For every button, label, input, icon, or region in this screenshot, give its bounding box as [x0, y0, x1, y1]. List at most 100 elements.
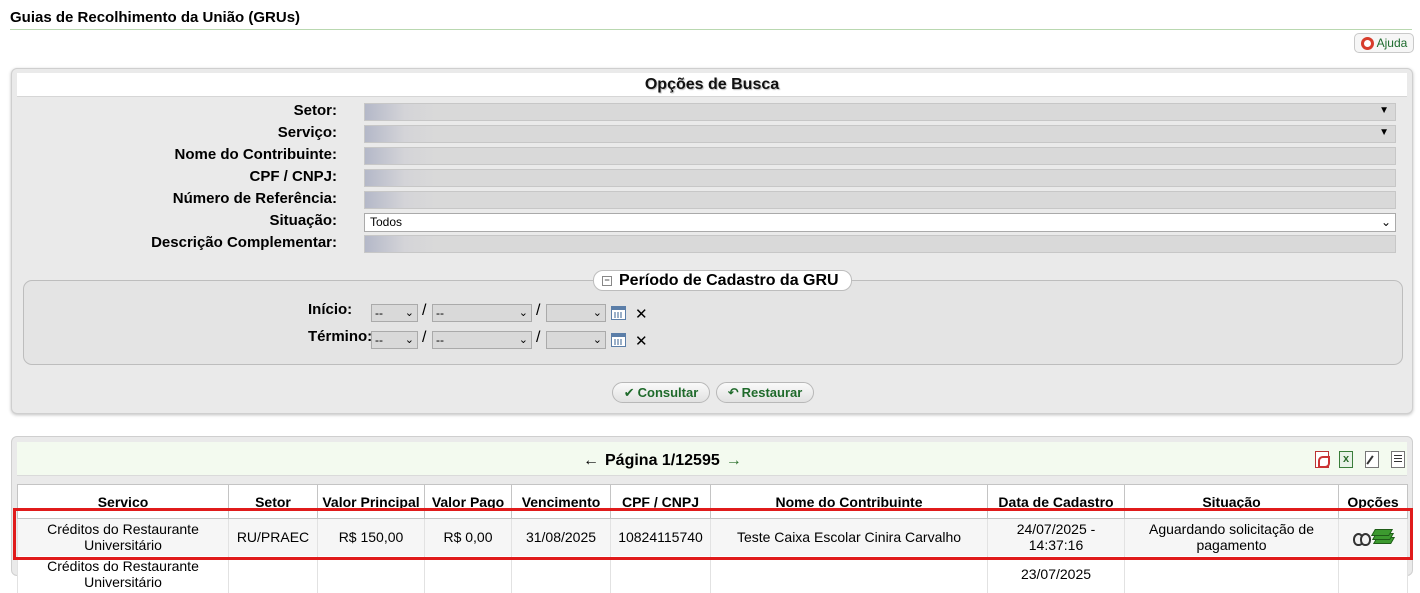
cell-opcoes [1338, 555, 1408, 593]
period-legend-label: Período de Cadastro da GRU [619, 272, 839, 289]
results-table: Servico Setor Valor Principal Valor Pago… [17, 484, 1408, 593]
column-header[interactable]: Vencimento [511, 484, 611, 519]
column-header[interactable]: Valor Pago [424, 484, 512, 519]
cell-setor [228, 555, 318, 593]
setor-label: Setor: [293, 102, 337, 119]
end-month-value: -- [436, 333, 444, 347]
setor-row: Setor: ▼ [12, 101, 1414, 121]
cell-cpf: 10824115740 [610, 518, 711, 556]
cpf-row: CPF / CNPJ: [12, 167, 1414, 187]
referencia-label: Número de Referência: [172, 190, 337, 207]
results-panel: ← Página 1/12595 → Servico Setor Valor P… [11, 436, 1413, 593]
servico-label: Serviço: [277, 124, 337, 141]
export-document-icon[interactable] [1391, 451, 1405, 468]
consultar-button-label: Consultar [637, 385, 699, 400]
setor-select[interactable]: ▼ [364, 103, 1396, 121]
help-button[interactable]: Ajuda [1354, 33, 1414, 53]
period-legend[interactable]: − Período de Cadastro da GRU [593, 270, 852, 291]
end-date-label: Término: [308, 328, 373, 345]
end-month-select[interactable]: -- ⌄ [432, 331, 532, 349]
pagination: ← Página 1/12595 → [583, 452, 742, 470]
column-header[interactable]: Situação [1124, 484, 1339, 519]
dropdown-arrow-icon: ▼ [1379, 127, 1389, 138]
export-edit-icon[interactable] [1365, 451, 1379, 468]
start-month-value: -- [436, 306, 444, 320]
table-row[interactable]: Créditos do Restaurante Universitário 23… [17, 555, 1408, 593]
cpf-input[interactable] [364, 169, 1396, 187]
start-year-select[interactable]: ⌄ [546, 304, 606, 322]
start-day-value: -- [375, 306, 383, 320]
chevron-down-icon: ⌄ [592, 307, 602, 319]
pager-bar: ← Página 1/12595 → [17, 442, 1407, 476]
chevron-down-icon: ⌄ [592, 334, 602, 346]
chevron-down-icon: ⌄ [1380, 215, 1391, 229]
calendar-icon[interactable] [611, 306, 626, 320]
descricao-row: Descrição Complementar: [12, 233, 1414, 253]
situacao-label: Situação: [269, 212, 337, 229]
column-header[interactable]: Data de Cadastro [987, 484, 1125, 519]
cell-data-cadastro: 23/07/2025 [987, 555, 1125, 593]
export-pdf-icon[interactable] [1315, 451, 1330, 468]
cell-contribuinte: Teste Caixa Escolar Cinira Carvalho [710, 518, 988, 556]
cell-data-cadastro: 24/07/2025 - 14:37:16 [987, 518, 1125, 556]
chevron-down-icon: ⌄ [518, 307, 528, 319]
search-panel-title: Opções de Busca [17, 73, 1407, 97]
cell-servico: Créditos do Restaurante Universitário [17, 555, 229, 593]
date-separator: / [422, 329, 427, 346]
cell-setor: RU/PRAEC [228, 518, 318, 556]
cell-situacao: Aguardando solicitação de pagamento [1124, 518, 1339, 556]
consultar-button[interactable]: ✔ Consultar [612, 382, 710, 403]
search-panel: Opções de Busca Setor: ▼ Serviço: ▼ Nome… [11, 68, 1413, 414]
cell-contribuinte [710, 555, 988, 593]
contribuinte-row: Nome do Contribuinte: [12, 145, 1414, 165]
descricao-label: Descrição Complementar: [151, 234, 337, 251]
date-separator: / [536, 329, 541, 346]
dropdown-arrow-icon: ▼ [1379, 105, 1389, 116]
column-header: Opções [1338, 484, 1408, 519]
descricao-input[interactable] [364, 235, 1396, 253]
collapse-icon[interactable]: − [602, 275, 612, 286]
column-header[interactable]: Setor [228, 484, 318, 519]
cell-valor-principal: R$ 150,00 [317, 518, 425, 556]
calendar-icon[interactable] [611, 333, 626, 347]
cell-valor-pago [424, 555, 512, 593]
page-title: Guias de Recolhimento da União (GRUs) [10, 9, 1412, 30]
next-page-arrow-icon[interactable]: → [726, 452, 742, 470]
situacao-select[interactable]: Todos ⌄ [364, 213, 1396, 232]
restaurar-button-label: Restaurar [741, 385, 803, 400]
cell-vencimento: 31/08/2025 [511, 518, 611, 556]
start-month-select[interactable]: -- ⌄ [432, 304, 532, 322]
prev-page-arrow-icon[interactable]: ← [583, 452, 599, 470]
clear-start-date-icon[interactable]: ✕ [635, 305, 648, 323]
page-indicator: Página 1/12595 [605, 452, 720, 469]
start-date-label: Início: [308, 301, 353, 318]
money-icon[interactable] [1370, 528, 1395, 545]
cell-valor-pago: R$ 0,00 [424, 518, 512, 556]
restaurar-button[interactable]: ↶ Restaurar [716, 382, 814, 403]
table-row[interactable]: Créditos do Restaurante Universitário RU… [17, 518, 1408, 556]
end-year-select[interactable]: ⌄ [546, 331, 606, 349]
clear-end-date-icon[interactable]: ✕ [635, 332, 648, 350]
date-separator: / [536, 302, 541, 319]
column-header[interactable]: Valor Principal [317, 484, 425, 519]
cell-servico: Créditos do Restaurante Universitário [17, 518, 229, 556]
column-header[interactable]: CPF / CNPJ [610, 484, 711, 519]
binoculars-icon[interactable] [1352, 530, 1371, 546]
cell-cpf [610, 555, 711, 593]
column-header[interactable]: Nome do Contribuinte [710, 484, 988, 519]
start-day-select[interactable]: -- ⌄ [371, 304, 418, 322]
referencia-row: Número de Referência: [12, 189, 1414, 209]
chevron-down-icon: ⌄ [404, 334, 414, 346]
situacao-row: Situação: Todos ⌄ [12, 211, 1414, 232]
end-day-value: -- [375, 333, 383, 347]
servico-select[interactable]: ▼ [364, 125, 1396, 143]
table-header-row: Servico Setor Valor Principal Valor Pago… [17, 484, 1408, 519]
referencia-input[interactable] [364, 191, 1396, 209]
situacao-select-value: Todos [370, 215, 403, 229]
end-day-select[interactable]: -- ⌄ [371, 331, 418, 349]
export-excel-icon[interactable] [1339, 451, 1353, 468]
contribuinte-input[interactable] [364, 147, 1396, 165]
column-header[interactable]: Servico [17, 484, 229, 519]
cell-opcoes [1338, 518, 1408, 556]
cpf-label: CPF / CNPJ: [249, 168, 337, 185]
